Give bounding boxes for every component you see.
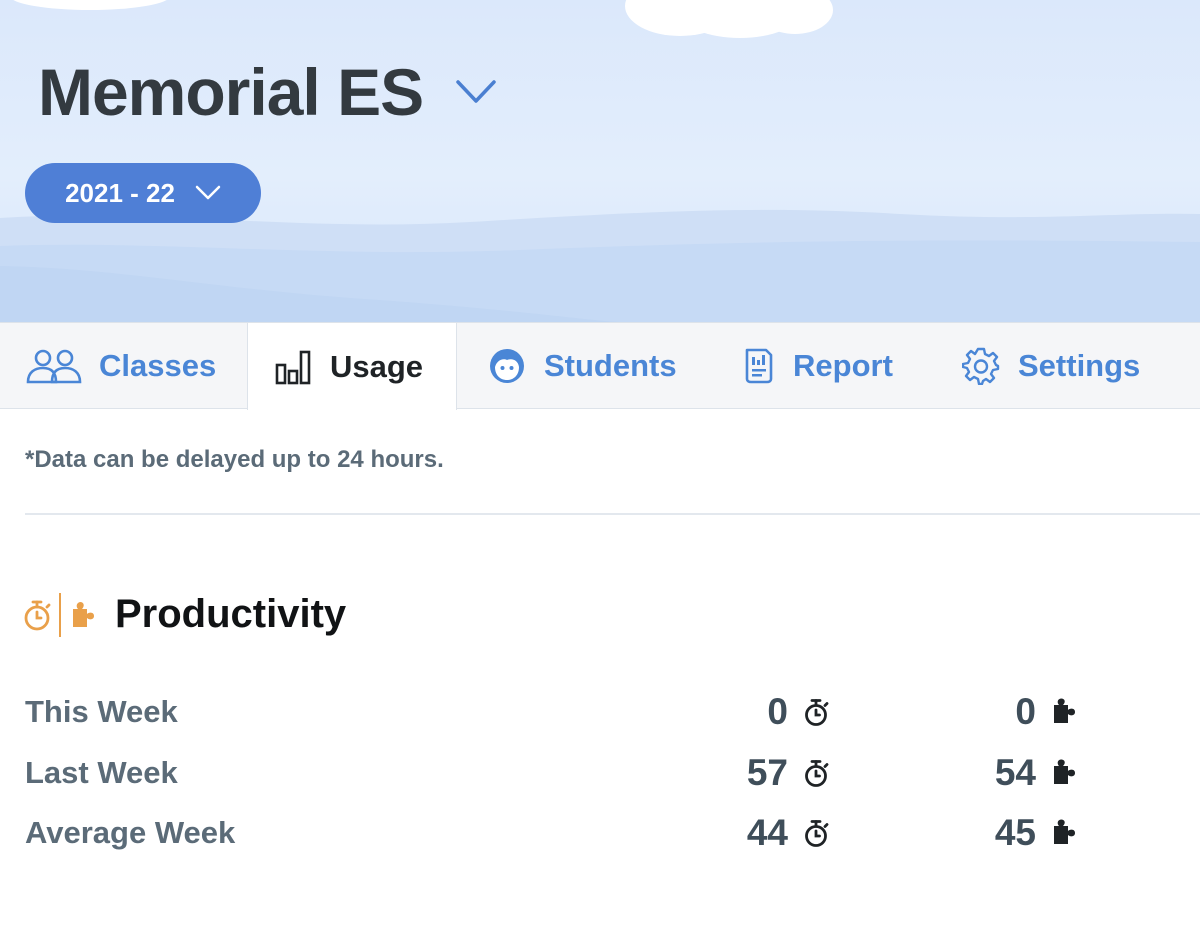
- bar-chart-icon: [275, 350, 311, 384]
- minutes-value: 0: [767, 691, 788, 732]
- minutes-value: 44: [746, 812, 788, 853]
- puzzle-icon: [1054, 698, 1075, 723]
- minutes-value: 57: [746, 752, 788, 793]
- row-label: Average Week: [25, 815, 236, 850]
- stopwatch-icon: [805, 820, 829, 847]
- row-label: Last Week: [25, 755, 178, 790]
- people-icon: [26, 349, 82, 384]
- report-icon: [745, 348, 773, 384]
- productivity-title: Productivity: [115, 592, 347, 636]
- divider: [25, 513, 1200, 515]
- productivity-row-last-week: Last Week 57 54: [25, 751, 1125, 795]
- landscape-background: [0, 0, 1200, 322]
- tab-settings[interactable]: Settings: [962, 323, 1140, 409]
- tab-label-usage: Usage: [330, 348, 424, 384]
- puzzle-icon: [73, 601, 94, 627]
- tab-label-classes: Classes: [99, 348, 217, 383]
- productivity-header: Productivity: [24, 592, 346, 637]
- student-face-icon: [490, 349, 524, 383]
- tab-classes[interactable]: Classes: [26, 323, 216, 409]
- tab-usage[interactable]: Usage: [247, 323, 457, 410]
- gear-icon: [962, 347, 1000, 385]
- productivity-row-this-week: This Week 0 0: [25, 690, 1125, 734]
- tab-label-settings: Settings: [1018, 348, 1141, 383]
- icon-separator: [59, 592, 61, 637]
- school-header: Memorial ES 2021 - 22: [0, 0, 1200, 322]
- tab-report[interactable]: Report: [744, 323, 893, 409]
- school-name[interactable]: Memorial ES: [38, 52, 424, 132]
- row-label: This Week: [25, 694, 178, 729]
- productivity-row-average-week: Average Week 44 45: [25, 811, 1125, 855]
- puzzles-value: 0: [1015, 691, 1036, 732]
- school-year-label: 2021 - 22: [65, 177, 175, 208]
- puzzle-icon: [1054, 819, 1075, 844]
- stopwatch-icon: [805, 699, 829, 726]
- tab-bar: Classes Usage Students Report Settings: [0, 322, 1200, 410]
- stopwatch-icon: [805, 760, 829, 787]
- stopwatch-icon: [24, 600, 51, 630]
- data-delay-notice: *Data can be delayed up to 24 hours.: [25, 446, 444, 473]
- tab-label-report: Report: [793, 348, 893, 383]
- puzzles-value: 54: [994, 752, 1036, 793]
- tab-students[interactable]: Students: [488, 323, 677, 409]
- tab-label-students: Students: [544, 348, 677, 383]
- puzzle-icon: [1054, 759, 1075, 784]
- chevron-down-icon[interactable]: [455, 79, 497, 105]
- school-year-dropdown[interactable]: 2021 - 22: [25, 163, 261, 223]
- chevron-down-icon: [195, 185, 221, 200]
- puzzles-value: 45: [994, 812, 1036, 853]
